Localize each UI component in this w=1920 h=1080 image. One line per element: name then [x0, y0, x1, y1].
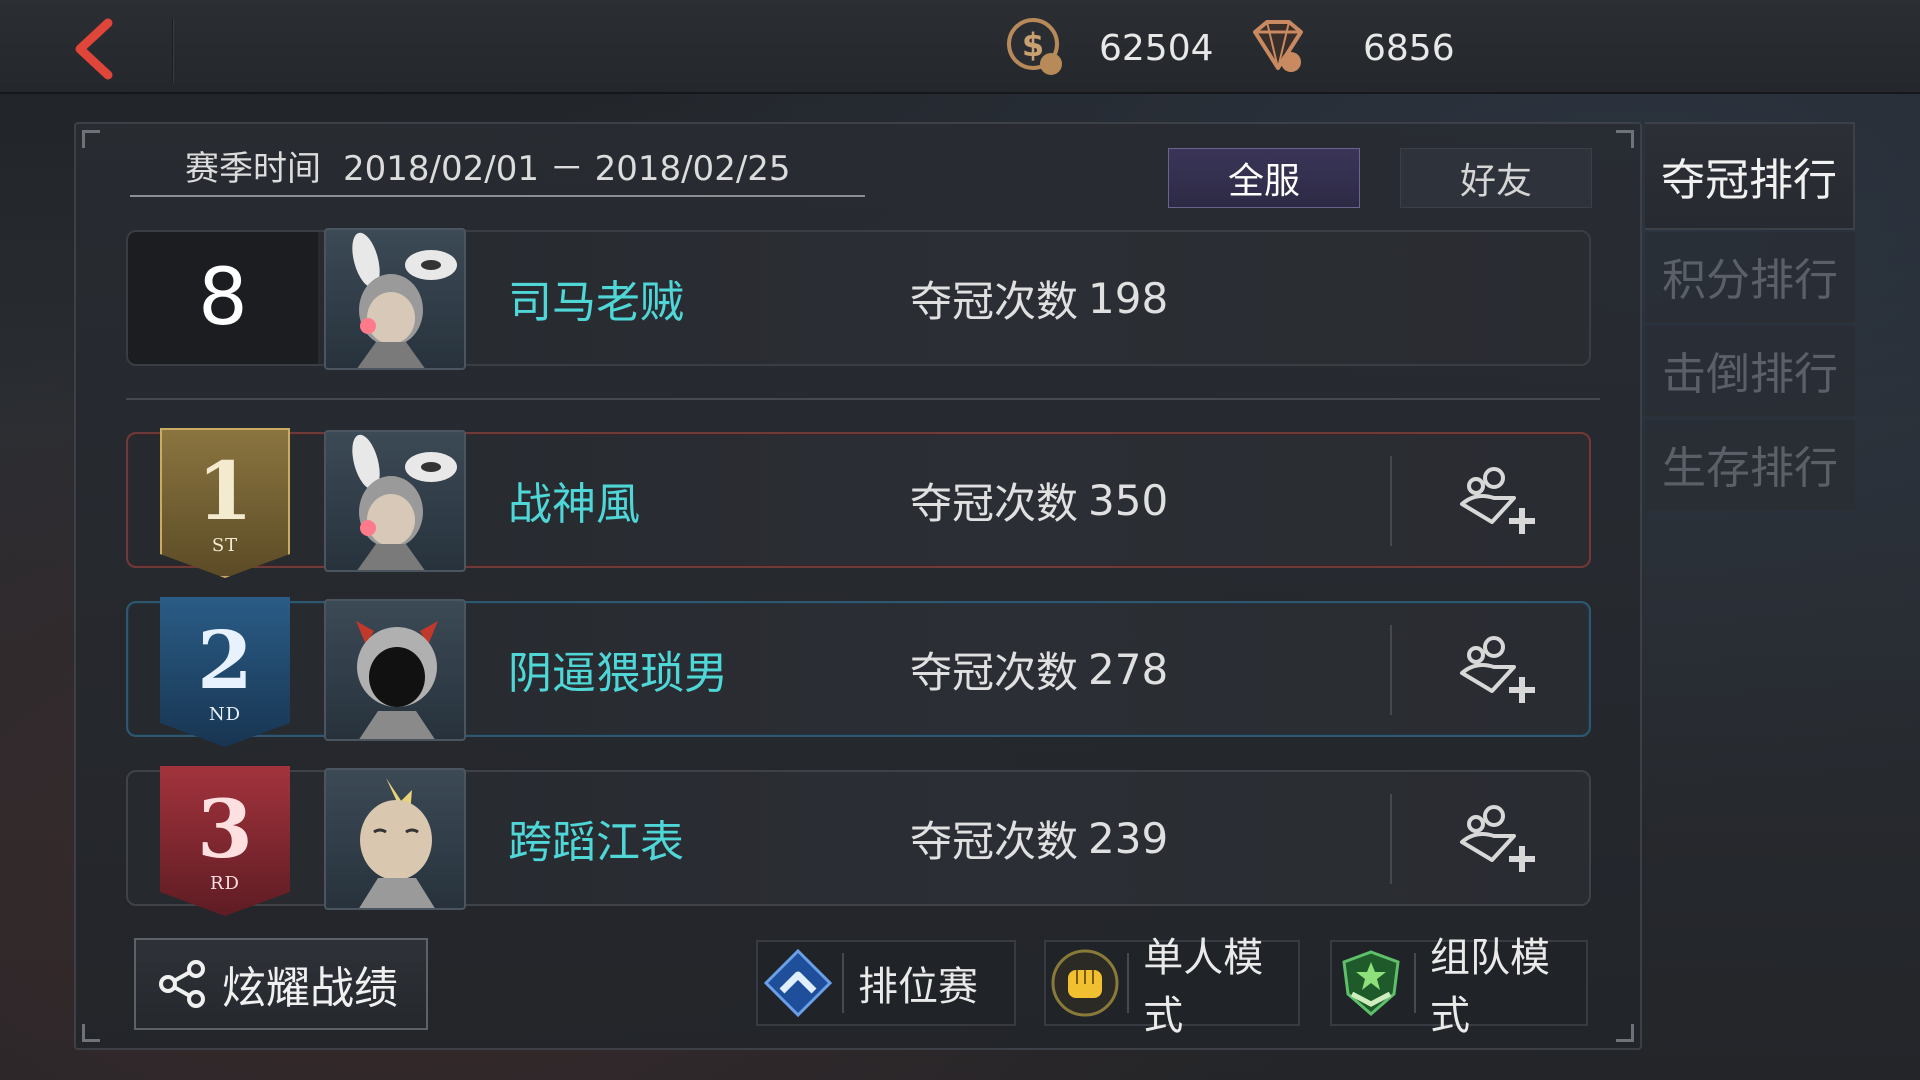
win-count: 夺冠次数 239	[910, 772, 1168, 904]
win-count-value: 278	[1088, 644, 1169, 694]
share-record-button[interactable]: 炫耀战绩	[134, 938, 428, 1030]
top-bar: $ 62504 6856	[0, 0, 1920, 94]
rabbit-avatar-icon	[352, 434, 457, 570]
add-friend-button[interactable]	[1458, 464, 1538, 540]
tab-survival-ranking[interactable]: 生存排行	[1645, 420, 1855, 510]
leaderboard-row[interactable]: 2 ND 阴逼猥琐男 夺冠次数 278	[126, 597, 1591, 747]
fist-icon	[1046, 943, 1123, 1023]
tab-friends[interactable]: 好友	[1400, 148, 1592, 208]
avatar	[324, 768, 466, 910]
share-label: 炫耀战绩	[222, 963, 398, 1014]
back-button[interactable]	[58, 14, 128, 84]
win-count-value: 239	[1088, 813, 1169, 863]
rank-number: 2	[197, 612, 253, 707]
gem-balance: 6856	[1245, 18, 1455, 78]
add-friend-icon	[1460, 805, 1535, 872]
season-range: 2018/02/01 － 2018/02/25	[343, 148, 791, 189]
back-arrow-icon	[75, 18, 113, 80]
rank-badge-red: 3 RD	[160, 766, 290, 916]
avatar	[324, 599, 466, 741]
devil-avatar-icon	[356, 621, 438, 739]
avatar	[324, 430, 466, 572]
mode-divider	[1127, 953, 1130, 1013]
coin-value: 62504	[1099, 27, 1214, 69]
season-period: 赛季时间 2018/02/01 － 2018/02/25	[130, 135, 865, 197]
add-friend-icon	[1460, 636, 1535, 703]
solo-label: 单人模式	[1143, 935, 1264, 1039]
mode-divider	[842, 953, 844, 1013]
ranked-icon	[758, 943, 838, 1023]
share-icon	[159, 960, 205, 1008]
add-friend-button[interactable]	[1458, 802, 1538, 878]
ranked-mode-button[interactable]: 排位赛	[756, 940, 1016, 1026]
add-friend-icon	[1460, 467, 1535, 534]
row-separator	[126, 398, 1600, 400]
row-divider	[1390, 794, 1392, 884]
svg-text:$: $	[1022, 26, 1044, 64]
win-count: 夺冠次数 278	[910, 603, 1168, 735]
mode-divider	[1414, 953, 1416, 1013]
panel-corner	[82, 1024, 100, 1042]
win-count-value: 350	[1088, 475, 1169, 525]
coin-icon: $	[1007, 18, 1062, 75]
blond-avatar-icon	[359, 778, 435, 908]
rank-number: 1	[197, 443, 253, 538]
player-name: 司马老贼	[508, 277, 684, 328]
rabbit-avatar-icon	[352, 232, 457, 368]
ranked-label: 排位赛	[858, 964, 978, 1010]
panel-corner	[82, 130, 100, 148]
row-divider	[1390, 456, 1392, 546]
add-friend-button[interactable]	[1458, 633, 1538, 709]
win-count-label: 夺冠次数	[910, 478, 1079, 528]
my-rank-number: 8	[128, 232, 318, 364]
tab-all-server[interactable]: 全服	[1168, 148, 1360, 208]
leaderboard-row[interactable]: 3 RD 跨蹈江表 夺冠次数 239	[126, 766, 1591, 916]
team-label: 组队模式	[1429, 935, 1550, 1039]
row-divider	[1390, 625, 1392, 715]
my-rank-row[interactable]: 8 司马老贼 夺冠次数 198	[126, 228, 1591, 370]
win-count: 夺冠次数 198	[910, 232, 1168, 364]
rank-suffix: RD	[210, 872, 240, 894]
diamond-icon	[1253, 20, 1303, 72]
player-name: 跨蹈江表	[508, 817, 684, 868]
leaderboard-row[interactable]: 1 ST 战神風 夺冠次数 350	[126, 428, 1591, 578]
win-count-value: 198	[1088, 273, 1169, 323]
tab-knockdown-ranking[interactable]: 击倒排行	[1645, 326, 1855, 416]
rank-number: 3	[197, 781, 253, 876]
coin-balance: $ 62504	[1005, 18, 1214, 78]
team-shield-icon	[1332, 943, 1410, 1023]
season-label: 赛季时间	[185, 148, 321, 189]
rank-badge-blue: 2 ND	[160, 597, 290, 747]
topbar-divider	[172, 18, 174, 82]
player-name: 阴逼猥琐男	[508, 648, 728, 699]
solo-mode-button[interactable]: 单人模式	[1044, 935, 1300, 1039]
team-mode-button[interactable]: 组队模式	[1330, 935, 1588, 1039]
avatar	[324, 228, 466, 370]
tab-points-ranking[interactable]: 积分排行	[1645, 232, 1855, 322]
panel-corner	[1616, 130, 1634, 148]
win-count: 夺冠次数 350	[910, 434, 1168, 566]
tab-championship-ranking[interactable]: 夺冠排行	[1645, 122, 1855, 230]
win-count-label: 夺冠次数	[910, 276, 1079, 326]
player-name: 战神風	[508, 479, 640, 530]
gem-value: 6856	[1363, 27, 1455, 69]
win-count-label: 夺冠次数	[910, 816, 1079, 866]
rank-suffix: ST	[211, 534, 239, 556]
panel-corner	[1616, 1024, 1634, 1042]
rank-suffix: ND	[208, 703, 242, 725]
rank-badge-gold: 1 ST	[160, 428, 290, 578]
win-count-label: 夺冠次数	[910, 647, 1079, 697]
